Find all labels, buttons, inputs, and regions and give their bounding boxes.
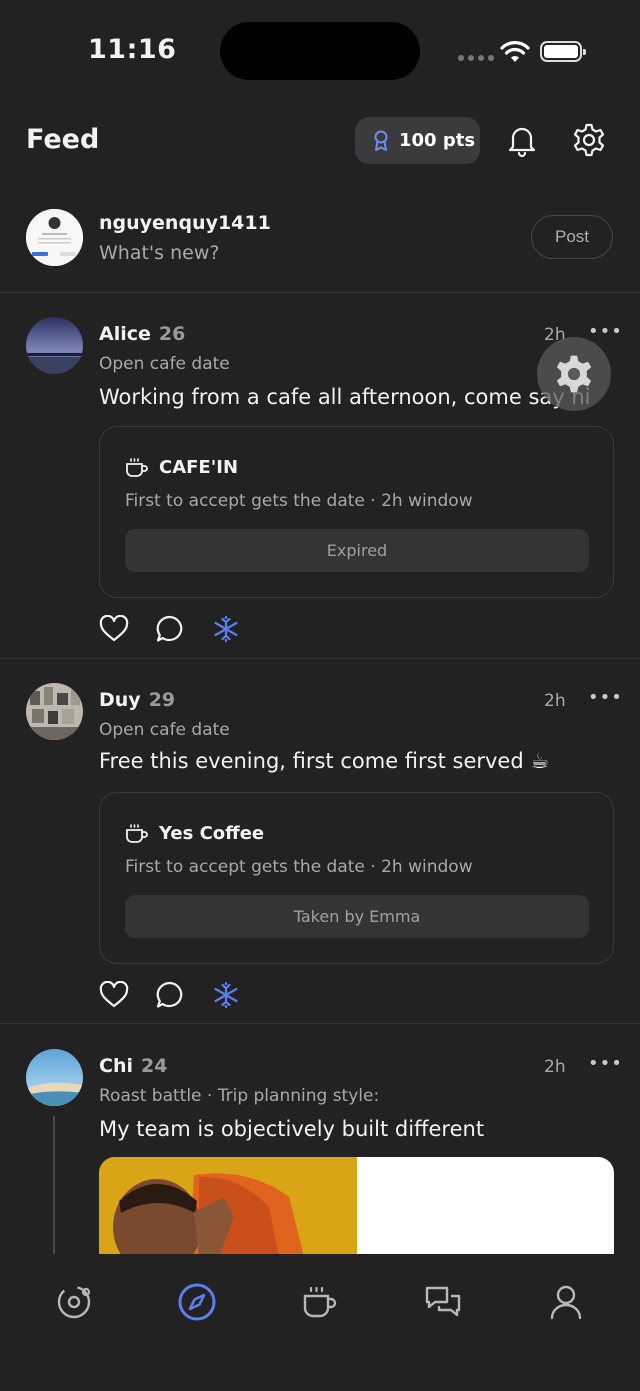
post-actions xyxy=(99,614,241,644)
card-description: First to accept gets the date · 2h windo… xyxy=(125,857,473,877)
post-subtitle: Roast battle · Trip planning style: xyxy=(99,1086,380,1106)
card-status-button[interactable]: Expired xyxy=(125,529,589,572)
user-icon[interactable] xyxy=(546,1282,586,1322)
cafe-date-card[interactable]: Yes Coffee First to accept gets the date… xyxy=(99,792,614,964)
comment-icon[interactable] xyxy=(155,980,185,1010)
bell-icon[interactable] xyxy=(504,122,540,158)
snowflake-icon[interactable] xyxy=(211,614,241,644)
coffee-cup-icon xyxy=(126,457,148,477)
compass-icon[interactable] xyxy=(177,1282,217,1322)
post-time: 2h xyxy=(544,1057,566,1077)
gear-icon[interactable] xyxy=(571,122,607,158)
post-text: My team is objectively built different xyxy=(99,1117,485,1141)
post-text: Working from a cafe all afternoon, come … xyxy=(99,385,591,409)
signal-icon xyxy=(458,55,494,61)
compose-input[interactable]: What's new? xyxy=(99,242,219,264)
avatar[interactable] xyxy=(26,209,83,266)
wifi-icon xyxy=(500,41,530,62)
post-author[interactable]: Duy 29 xyxy=(99,689,175,711)
post-time: 2h xyxy=(544,691,566,711)
comment-icon[interactable] xyxy=(155,614,185,644)
cafe-date-card[interactable]: CAFE'IN First to accept gets the date · … xyxy=(99,426,614,598)
gear-icon xyxy=(556,355,592,393)
divider xyxy=(0,658,640,659)
badge-icon xyxy=(374,130,388,151)
more-options-icon[interactable]: ••• xyxy=(588,321,623,342)
heart-icon[interactable] xyxy=(99,615,129,643)
post-author[interactable]: Alice 26 xyxy=(99,323,185,345)
more-options-icon[interactable]: ••• xyxy=(588,1053,623,1074)
coffee-icon[interactable] xyxy=(300,1282,340,1322)
cafe-name: Yes Coffee xyxy=(159,823,265,844)
post-actions xyxy=(99,980,241,1010)
card-description: First to accept gets the date · 2h windo… xyxy=(125,491,473,511)
thread-line xyxy=(53,1116,55,1254)
divider xyxy=(0,1023,640,1024)
battery-icon xyxy=(540,41,586,62)
card-status-button[interactable]: Taken by Emma xyxy=(125,895,589,938)
meme-image[interactable] xyxy=(99,1157,614,1257)
avatar[interactable] xyxy=(26,1049,83,1106)
points-badge[interactable]: 100 pts xyxy=(355,117,480,164)
coffee-cup-icon xyxy=(126,823,148,843)
chat-icon[interactable] xyxy=(423,1282,463,1322)
divider xyxy=(0,292,640,293)
status-time: 11:16 xyxy=(88,34,177,65)
floating-settings-button[interactable] xyxy=(537,337,611,411)
post-button[interactable]: Post xyxy=(531,215,613,259)
heart-icon[interactable] xyxy=(99,981,129,1009)
compose-username: nguyenquy1411 xyxy=(99,212,271,234)
avatar[interactable] xyxy=(26,317,83,374)
tab-bar xyxy=(0,1254,640,1391)
post-subtitle: Open cafe date xyxy=(99,720,230,740)
dynamic-island xyxy=(220,22,420,80)
status-bar: 11:16 xyxy=(0,0,640,100)
snowflake-icon[interactable] xyxy=(211,980,241,1010)
post-subtitle: Open cafe date xyxy=(99,354,230,374)
points-label: 100 pts xyxy=(399,130,476,151)
avatar[interactable] xyxy=(26,683,83,740)
post-author[interactable]: Chi 24 xyxy=(99,1055,167,1077)
cafe-name: CAFE'IN xyxy=(159,457,239,478)
post-text: Free this evening, first come first serv… xyxy=(99,749,550,773)
more-options-icon[interactable]: ••• xyxy=(588,687,623,708)
page-title: Feed xyxy=(26,124,100,155)
orbit-icon[interactable] xyxy=(54,1282,94,1322)
